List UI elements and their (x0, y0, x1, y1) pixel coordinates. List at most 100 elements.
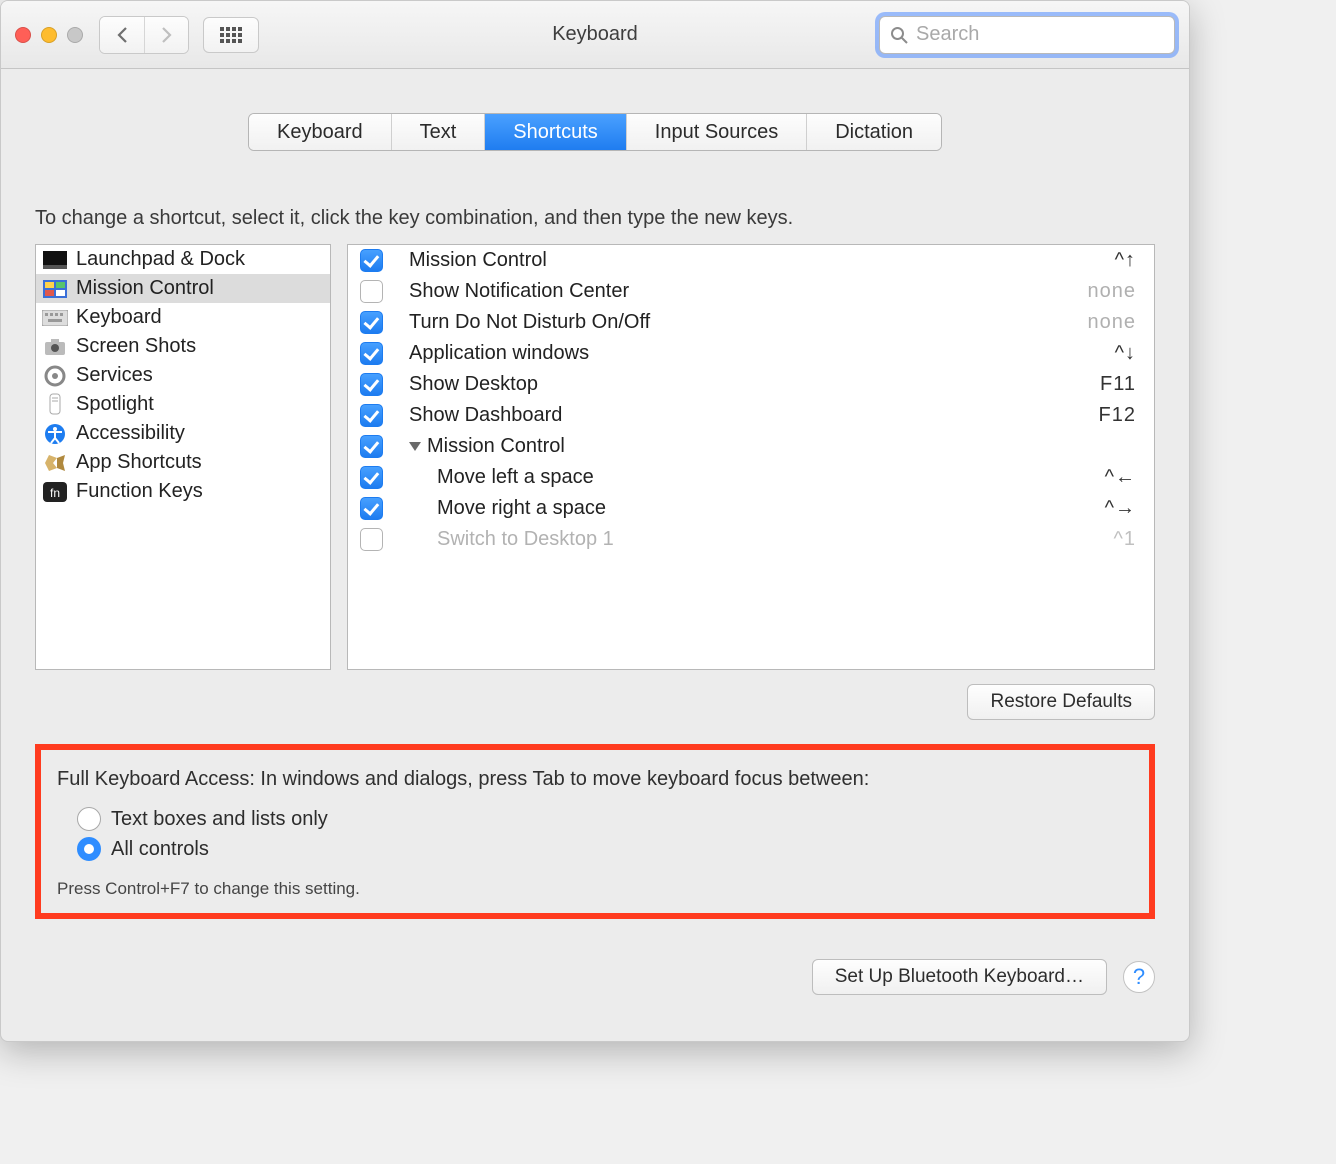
category-function-keys[interactable]: fnFunction Keys (36, 477, 330, 506)
full-keyboard-access-box: Full Keyboard Access: In windows and dia… (35, 744, 1155, 919)
shortcut-label: Show Notification Center (409, 280, 629, 303)
shortcut-key[interactable]: ^← (1105, 466, 1136, 489)
shortcut-row[interactable]: Move right a space ^→ (348, 493, 1154, 524)
shortcut-checkbox[interactable] (360, 404, 383, 427)
full-keyboard-hint: Press Control+F7 to change this setting. (57, 879, 1133, 899)
shortcut-row[interactable]: Mission Control ^↑ (348, 245, 1154, 276)
restore-defaults-button[interactable]: Restore Defaults (967, 684, 1155, 720)
content: KeyboardTextShortcutsInput SourcesDictat… (1, 69, 1189, 1041)
window-controls (15, 27, 83, 43)
launchpad-icon (42, 249, 68, 271)
category-label: Keyboard (76, 306, 162, 329)
minimize-window-button[interactable] (41, 27, 57, 43)
shortcut-row[interactable]: Show Dashboard F12 (348, 400, 1154, 431)
back-button[interactable] (100, 17, 144, 53)
shortcut-key[interactable]: none (1088, 311, 1137, 334)
shortcut-checkbox[interactable] (360, 497, 383, 520)
help-button[interactable]: ? (1123, 961, 1155, 993)
shortcut-checkbox[interactable] (360, 373, 383, 396)
category-list[interactable]: Launchpad & Dock Mission Control Keyboard S… (35, 244, 331, 670)
full-keyboard-option[interactable]: All controls (77, 837, 1133, 861)
services-icon (42, 365, 68, 387)
search-input[interactable] (916, 23, 1164, 46)
spotlight-icon (42, 394, 68, 416)
category-label: Launchpad & Dock (76, 248, 245, 271)
category-services[interactable]: Services (36, 361, 330, 390)
tab-bar: KeyboardTextShortcutsInput SourcesDictat… (248, 113, 942, 151)
shortcut-row[interactable]: Mission Control (348, 431, 1154, 462)
function-keys-icon: fn (42, 481, 68, 503)
shortcut-label: Mission Control (409, 249, 547, 272)
shortcut-label: Move left a space (437, 466, 594, 489)
shortcut-row[interactable]: Switch to Desktop 1 ^1 (348, 524, 1154, 555)
grid-icon (220, 27, 242, 43)
setup-bluetooth-button[interactable]: Set Up Bluetooth Keyboard… (812, 959, 1107, 995)
shortcut-key[interactable]: F12 (1099, 404, 1136, 427)
shortcut-key[interactable]: ^↑ (1115, 249, 1136, 272)
shortcut-checkbox[interactable] (360, 435, 383, 458)
tab-input-sources[interactable]: Input Sources (627, 114, 807, 150)
shortcut-checkbox[interactable] (360, 311, 383, 334)
show-all-button[interactable] (203, 17, 259, 53)
close-window-button[interactable] (15, 27, 31, 43)
category-label: Mission Control (76, 277, 214, 300)
category-mission-control[interactable]: Mission Control (36, 274, 330, 303)
shortcut-label: Switch to Desktop 1 (437, 528, 614, 551)
full-keyboard-option[interactable]: Text boxes and lists only (77, 807, 1133, 831)
category-app-shortcuts[interactable]: App Shortcuts (36, 448, 330, 477)
radio-button[interactable] (77, 807, 101, 831)
shortcut-row[interactable]: Show DesktopF11 (348, 369, 1154, 400)
radio-label: Text boxes and lists only (111, 808, 328, 831)
tab-text[interactable]: Text (392, 114, 486, 150)
shortcut-label: Mission Control (427, 435, 565, 458)
shortcut-label: Show Dashboard (409, 404, 562, 427)
full-keyboard-title: Full Keyboard Access: In windows and dia… (57, 768, 1133, 791)
category-screen-shots[interactable]: Screen Shots (36, 332, 330, 361)
category-label: Screen Shots (76, 335, 196, 358)
category-label: App Shortcuts (76, 451, 202, 474)
category-keyboard[interactable]: Keyboard (36, 303, 330, 332)
shortcut-key[interactable]: F11 (1100, 373, 1136, 396)
shortcut-label: Application windows (409, 342, 589, 365)
tab-dictation[interactable]: Dictation (807, 114, 941, 150)
category-label: Accessibility (76, 422, 185, 445)
preferences-window: Keyboard KeyboardTextShortcutsInput Sour… (0, 0, 1190, 1042)
shortcut-checkbox[interactable] (360, 249, 383, 272)
shortcut-panels: Launchpad & Dock Mission Control Keyboard S… (35, 244, 1155, 670)
titlebar: Keyboard (1, 1, 1189, 69)
shortcut-checkbox[interactable] (360, 342, 383, 365)
shortcut-checkbox[interactable] (360, 528, 383, 551)
chevron-right-icon (161, 26, 172, 44)
tab-keyboard[interactable]: Keyboard (249, 114, 392, 150)
zoom-window-button[interactable] (67, 27, 83, 43)
category-label: Spotlight (76, 393, 154, 416)
search-field-wrap[interactable] (879, 16, 1175, 54)
screenshots-icon (42, 336, 68, 358)
mission-control-icon (42, 278, 68, 300)
shortcut-key[interactable]: ^1 (1113, 528, 1136, 551)
shortcut-key[interactable]: none (1088, 280, 1137, 303)
forward-button[interactable] (144, 17, 188, 53)
chevron-left-icon (117, 26, 128, 44)
nav-buttons (99, 16, 189, 54)
footer-row: Set Up Bluetooth Keyboard… ? (35, 959, 1155, 995)
shortcut-row[interactable]: Move left a space ^← (348, 462, 1154, 493)
shortcut-row[interactable]: Application windows ^↓ (348, 338, 1154, 369)
shortcut-checkbox[interactable] (360, 280, 383, 303)
app-shortcuts-icon (42, 452, 68, 474)
category-launchpad-dock[interactable]: Launchpad & Dock (36, 245, 330, 274)
disclosure-triangle-icon[interactable] (409, 442, 421, 451)
keyboard-icon (42, 307, 68, 329)
shortcut-list[interactable]: Mission Control ^↑ Show Notification Cente… (347, 244, 1155, 670)
shortcut-row[interactable]: Show Notification Center none (348, 276, 1154, 307)
radio-button[interactable] (77, 837, 101, 861)
shortcut-row[interactable]: Turn Do Not Disturb On/Offnone (348, 307, 1154, 338)
radio-label: All controls (111, 838, 209, 861)
shortcut-checkbox[interactable] (360, 466, 383, 489)
category-accessibility[interactable]: Accessibility (36, 419, 330, 448)
shortcut-label: Move right a space (437, 497, 606, 520)
shortcut-key[interactable]: ^↓ (1115, 342, 1136, 365)
category-spotlight[interactable]: Spotlight (36, 390, 330, 419)
shortcut-key[interactable]: ^→ (1105, 497, 1136, 520)
tab-shortcuts[interactable]: Shortcuts (485, 114, 626, 150)
